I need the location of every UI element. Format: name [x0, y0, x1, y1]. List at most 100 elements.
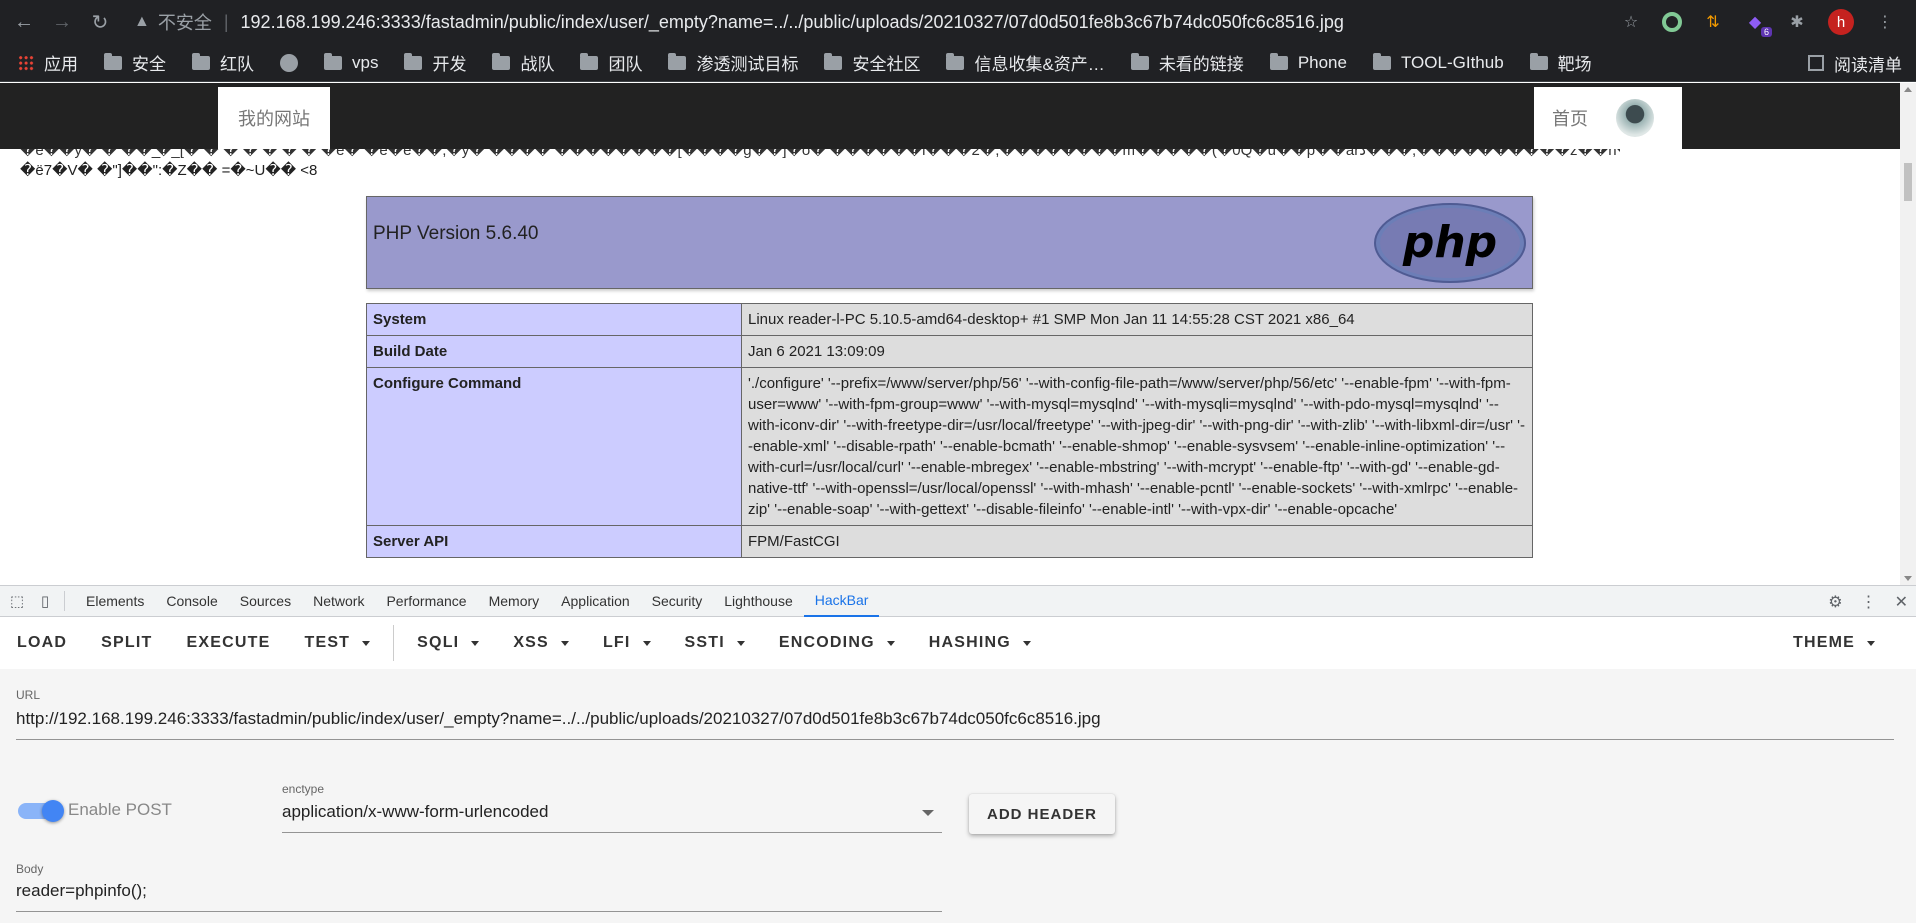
tab-application[interactable]: Application	[550, 585, 641, 617]
bookmark-globe[interactable]	[280, 53, 298, 72]
enctype-select[interactable]: application/x-www-form-urlencoded	[282, 802, 548, 822]
scroll-down-icon[interactable]	[1904, 576, 1912, 581]
bookmark-folder[interactable]: 靶场	[1529, 50, 1592, 75]
user-avatar[interactable]	[1616, 99, 1654, 137]
extensions-puzzle-icon[interactable]: ✱	[1786, 11, 1808, 33]
url-underline	[16, 739, 1894, 740]
wappalyzer-extension-icon[interactable]: ◆ 6	[1744, 11, 1772, 37]
tab-elements[interactable]: Elements	[75, 585, 155, 617]
bookmark-folder[interactable]: Phone	[1269, 52, 1347, 73]
site-brand-link[interactable]: 我的网站	[218, 87, 330, 149]
load-button[interactable]: LOAD	[0, 617, 84, 669]
extensions-area: ☆ ⇅ ◆ 6 ✱ h ⋮	[1620, 0, 1916, 44]
more-options-icon[interactable]: ⋮	[1861, 592, 1877, 612]
ssti-menu[interactable]: SSTI	[668, 617, 762, 669]
execute-button[interactable]: EXECUTE	[169, 617, 287, 669]
scroll-up-icon[interactable]	[1904, 87, 1912, 92]
bookmark-star-icon[interactable]: ☆	[1620, 11, 1642, 33]
row-value: Jan 6 2021 13:09:09	[741, 335, 1533, 368]
browser-toolbar: ← → ↻ ▲ 不安全 | 192.168.199.246:3333/fasta…	[0, 0, 1916, 44]
lfi-menu[interactable]: LFI	[586, 617, 668, 669]
bookmark-folder[interactable]: TOOL-GIthub	[1372, 52, 1504, 73]
garbled-binary-output: �e��y� � �� ̲̲�_[� � � � � � � �e� �e�e�…	[20, 149, 1620, 181]
tab-network[interactable]: Network	[302, 585, 375, 617]
folder-icon	[492, 52, 511, 70]
bookmark-folder[interactable]: 信息收集&资产…	[946, 50, 1105, 75]
translate-extension-icon[interactable]: ⇅	[1702, 11, 1724, 33]
hashing-menu[interactable]: HASHING	[912, 617, 1048, 669]
caret-down-icon	[736, 640, 745, 646]
row-label: System	[366, 303, 742, 336]
bookmark-folder[interactable]: 安全	[104, 50, 166, 75]
hackbar-toolbar: LOAD SPLIT EXECUTE TEST SQLI XSS LFI SST…	[0, 617, 1916, 669]
back-icon[interactable]: ←	[10, 8, 38, 36]
browser-window: ← → ↻ ▲ 不安全 | 192.168.199.246:3333/fasta…	[0, 0, 1916, 923]
bookmark-folder[interactable]: vps	[324, 52, 378, 73]
tab-security[interactable]: Security	[641, 585, 714, 617]
reload-icon[interactable]: ↻	[86, 8, 114, 36]
garbled-line: �e��y� � �� ̲̲�_[� � � � � � � �e� �e�e�…	[20, 149, 1620, 159]
xss-menu[interactable]: XSS	[496, 617, 586, 669]
row-value: './configure' '--prefix=/www/server/php/…	[741, 367, 1533, 526]
divider	[64, 591, 65, 611]
body-label: Body	[16, 862, 44, 876]
insecure-label: 不安全	[157, 13, 212, 33]
page-viewport: 我的网站 首页 �e��y� � �� ̲̲�_[� � � � � � � �…	[0, 83, 1916, 585]
address-separator: |	[223, 11, 229, 32]
caret-down-icon	[886, 640, 895, 646]
caret-down-icon	[1867, 640, 1875, 646]
test-menu[interactable]: TEST	[287, 617, 387, 669]
folder-icon	[192, 52, 210, 70]
close-icon[interactable]: ✕	[1895, 592, 1908, 612]
tab-console[interactable]: Console	[155, 585, 228, 617]
bookmark-folder[interactable]: 团队	[580, 50, 642, 75]
sqli-menu[interactable]: SQLI	[400, 617, 496, 669]
bookmark-apps[interactable]: 应用	[18, 50, 78, 75]
bookmark-folder[interactable]: 红队	[192, 50, 254, 75]
tab-memory[interactable]: Memory	[478, 585, 551, 617]
folder-icon	[104, 52, 122, 70]
menu-kebab-icon[interactable]: ⋮	[1874, 11, 1896, 33]
device-toolbar-icon[interactable]: ▯	[34, 590, 56, 612]
bookmark-folder[interactable]: 未看的链接	[1130, 50, 1244, 75]
url-input[interactable]: http://192.168.199.246:3333/fastadmin/pu…	[16, 709, 1101, 729]
table-row: Build Date Jan 6 2021 13:09:09	[366, 335, 1533, 368]
bookmark-folder[interactable]: 开发	[404, 50, 466, 75]
settings-gear-icon[interactable]: ⚙	[1828, 592, 1842, 612]
body-input[interactable]: reader=phpinfo();	[16, 881, 147, 901]
home-link[interactable]: 首页	[1552, 105, 1588, 131]
proxy-extension-icon[interactable]	[1662, 12, 1682, 32]
toggle-knob[interactable]	[42, 800, 64, 822]
enable-post-label: Enable POST	[68, 800, 172, 819]
encoding-menu[interactable]: ENCODING	[762, 617, 912, 669]
dropdown-caret-icon[interactable]	[922, 810, 934, 816]
bookmark-folder[interactable]: 战队	[492, 50, 554, 75]
add-header-button[interactable]: ADD HEADER	[969, 794, 1115, 834]
forward-icon[interactable]: →	[48, 8, 76, 36]
page-scrollbar[interactable]	[1900, 83, 1916, 585]
row-value: FPM/FastCGI	[741, 525, 1533, 558]
row-label: Configure Command	[366, 367, 742, 526]
tab-sources[interactable]: Sources	[229, 585, 302, 617]
inspect-element-icon[interactable]: ⬚	[6, 590, 28, 612]
table-row: Server API FPM/FastCGI	[366, 525, 1533, 558]
bookmark-folder[interactable]: 渗透测试目标	[668, 50, 798, 75]
row-label: Build Date	[366, 335, 742, 368]
address-url[interactable]: 192.168.199.246:3333/fastadmin/public/in…	[241, 12, 1344, 33]
tab-performance[interactable]: Performance	[375, 585, 477, 617]
folder-icon	[1529, 52, 1548, 70]
reading-list[interactable]: 阅读清单	[1808, 44, 1902, 82]
enable-post-toggle[interactable]	[18, 800, 64, 822]
tab-lighthouse[interactable]: Lighthouse	[713, 585, 804, 617]
tab-hackbar[interactable]: HackBar	[803, 585, 880, 617]
theme-menu[interactable]: THEME	[1776, 617, 1892, 669]
php-version-title: PHP Version 5.6.40	[373, 223, 539, 244]
extension-badge: 6	[1760, 27, 1772, 37]
profile-avatar[interactable]: h	[1828, 9, 1854, 35]
bookmark-folder[interactable]: 安全社区	[824, 50, 920, 75]
scrollbar-thumb[interactable]	[1904, 163, 1912, 201]
address-bar[interactable]: ▲ 不安全 | 192.168.199.246:3333/fastadmin/p…	[134, 6, 1634, 38]
split-button[interactable]: SPLIT	[84, 617, 169, 669]
caret-down-icon	[642, 640, 651, 646]
folder-icon	[324, 52, 342, 70]
